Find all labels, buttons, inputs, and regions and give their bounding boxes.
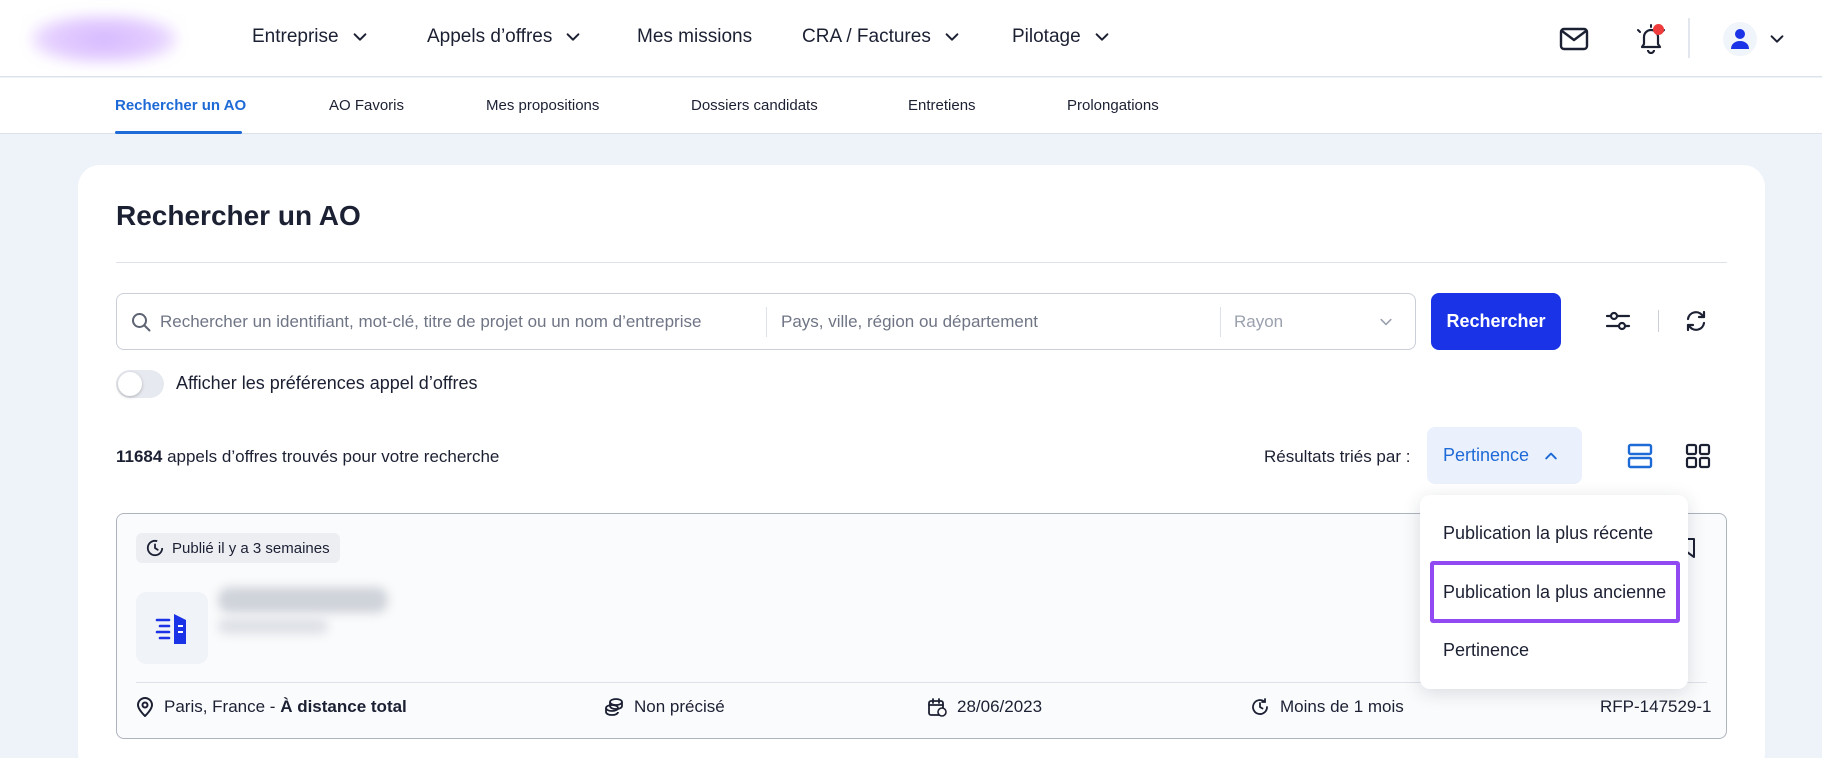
search-bar: Rayon: [116, 293, 1416, 350]
preferences-toggle[interactable]: [116, 370, 164, 398]
search-field-separator: [766, 307, 767, 337]
timer-icon: [146, 539, 164, 557]
chevron-down-icon[interactable]: [1768, 30, 1786, 48]
result-date-label: 28/06/2023: [957, 697, 1043, 716]
sort-label: Résultats triés par :: [1264, 447, 1411, 466]
search-button[interactable]: Rechercher: [1431, 293, 1561, 350]
refresh-icon[interactable]: [1678, 303, 1714, 339]
chevron-down-icon: [353, 33, 366, 41]
sort-select[interactable]: Pertinence: [1427, 427, 1582, 484]
tab-ao-favoris[interactable]: AO Favoris: [329, 97, 404, 114]
result-location-label: Paris, France -: [164, 697, 281, 716]
results-count-text: 11684 appels d’offres trouvés pour votre…: [116, 447, 499, 467]
toolbar-divider: [1658, 310, 1659, 332]
nav-pilotage-label: Pilotage: [1012, 26, 1081, 47]
result-date: 28/06/2023: [927, 697, 1042, 717]
blurred-company-name: [218, 587, 388, 613]
nav-appels-offres[interactable]: Appels d’offres: [427, 26, 582, 48]
list-view-icon[interactable]: [1622, 438, 1658, 474]
duration-icon: [1252, 698, 1268, 715]
result-reference-label: RFP-147529-1: [1600, 697, 1712, 716]
sort-select-value: Pertinence: [1443, 445, 1530, 465]
search-icon: [132, 313, 151, 332]
page-title: Rechercher un AO: [116, 200, 361, 231]
result-budget: Non précisé: [604, 697, 725, 717]
chevron-down-icon: [945, 33, 959, 41]
nav-entreprise-label: Entreprise: [252, 26, 339, 47]
coins-icon: [605, 698, 623, 716]
chevron-down-icon: [566, 33, 580, 41]
chevron-down-icon: [1095, 33, 1109, 41]
result-budget-label: Non précisé: [634, 697, 725, 716]
bell-icon[interactable]: [1634, 22, 1668, 56]
blurred-project-title: [218, 618, 328, 634]
chevron-down-icon: [1380, 318, 1392, 325]
preferences-toggle-label: Afficher les préférences appel d’offres: [176, 373, 478, 393]
grid-view-icon[interactable]: [1680, 438, 1716, 474]
filters-icon[interactable]: [1600, 303, 1636, 339]
nav-appels-offres-label: Appels d’offres: [427, 26, 553, 47]
published-badge: Publié il y a 3 semaines: [136, 533, 340, 563]
building-icon: [136, 592, 208, 664]
mail-icon[interactable]: [1557, 22, 1591, 56]
company-logo[interactable]: [30, 14, 178, 64]
tab-prolongations[interactable]: Prolongations: [1067, 97, 1159, 114]
tab-rechercher-ao[interactable]: Rechercher un AO: [115, 97, 246, 114]
toggle-knob: [118, 372, 142, 396]
radius-select[interactable]: Rayon: [1234, 294, 1414, 349]
sort-option-pertinence[interactable]: Pertinence: [1443, 640, 1529, 661]
radius-select-label: Rayon: [1234, 311, 1284, 331]
results-count: 11684: [116, 447, 163, 466]
top-navbar: Entreprise Appels d’offres Mes missions …: [0, 0, 1822, 77]
result-remote-label: À distance total: [280, 697, 407, 716]
result-reference: RFP-147529-1: [1600, 697, 1712, 717]
notification-dot: [1653, 24, 1664, 35]
sort-option-highlight: [1430, 561, 1680, 623]
tab-dossiers-candidats[interactable]: Dossiers candidats: [691, 97, 818, 114]
published-badge-label: Publié il y a 3 semaines: [172, 539, 330, 557]
tab-mes-propositions[interactable]: Mes propositions: [486, 97, 599, 114]
location-pin-icon: [136, 697, 154, 717]
nav-entreprise[interactable]: Entreprise: [252, 26, 369, 48]
location-input[interactable]: [781, 294, 1201, 349]
title-divider: [116, 262, 1727, 263]
navbar-divider: [1688, 18, 1690, 58]
nav-pilotage[interactable]: Pilotage: [1012, 26, 1111, 48]
chevron-up-icon: [1545, 452, 1557, 459]
active-tab-indicator: [115, 131, 242, 134]
sort-option-recent[interactable]: Publication la plus récente: [1443, 523, 1653, 544]
nav-cra-factures[interactable]: CRA / Factures: [802, 26, 961, 48]
result-duration-label: Moins de 1 mois: [1280, 697, 1404, 716]
sub-navigation: Rechercher un AO AO Favoris Mes proposit…: [0, 78, 1822, 134]
result-duration: Moins de 1 mois: [1250, 697, 1404, 717]
calendar-icon: [928, 698, 947, 717]
nav-mes-missions[interactable]: Mes missions: [637, 26, 752, 48]
nav-mes-missions-label: Mes missions: [637, 26, 753, 47]
tab-entretiens[interactable]: Entretiens: [908, 97, 976, 114]
keyword-search-input[interactable]: [160, 294, 730, 349]
results-count-suffix: appels d’offres trouvés pour votre reche…: [162, 447, 500, 466]
search-field-separator: [1220, 307, 1221, 337]
nav-cra-factures-label: CRA / Factures: [802, 26, 931, 47]
result-location: Paris, France - À distance total: [136, 697, 407, 717]
user-icon[interactable]: [1723, 22, 1757, 56]
